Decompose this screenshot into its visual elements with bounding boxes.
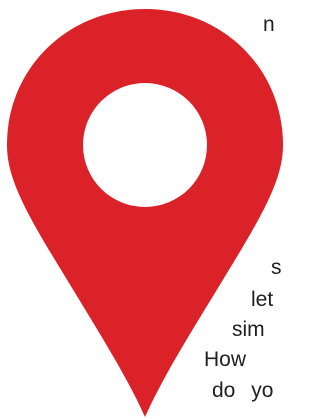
image-canvas: n s let sim How do yo — [0, 0, 285, 419]
pin-hole — [83, 83, 207, 207]
pin-body — [7, 9, 283, 417]
map-pin-icon — [7, 9, 283, 417]
